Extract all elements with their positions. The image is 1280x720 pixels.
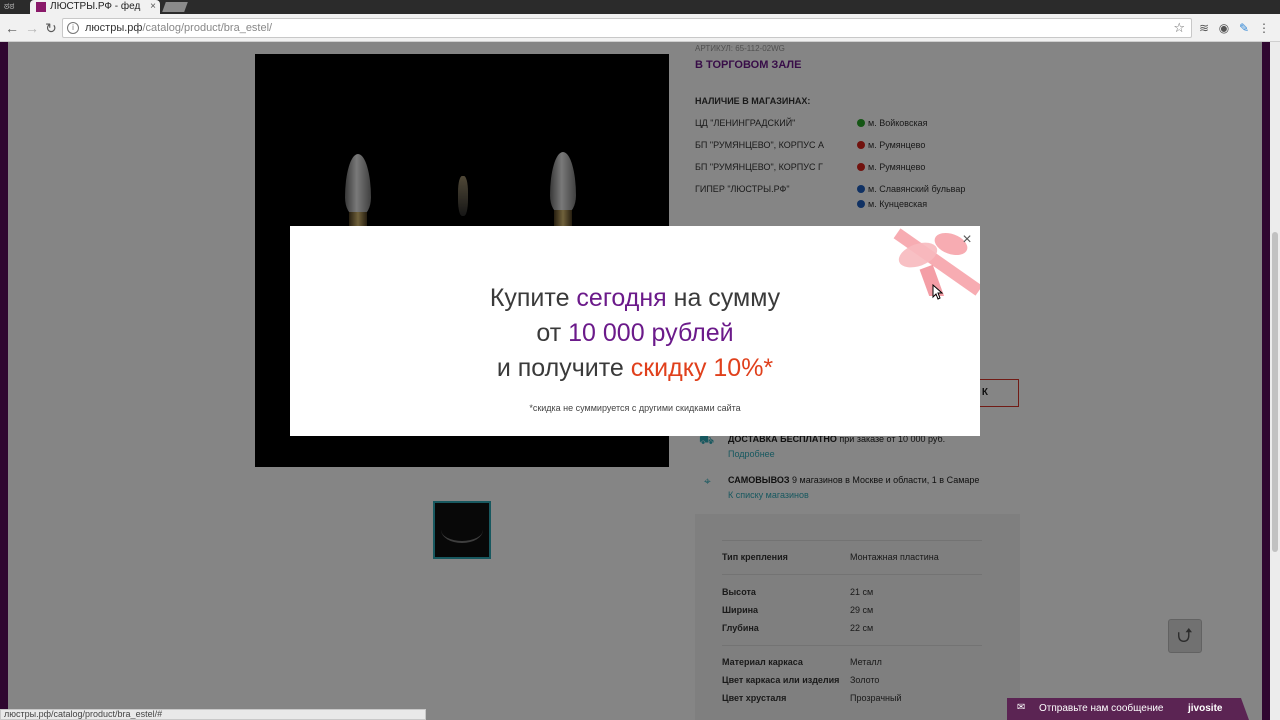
menu-icon[interactable]: ⋮ <box>1256 20 1272 36</box>
close-icon[interactable]: × <box>960 232 974 248</box>
mail-icon: ✉ <box>1017 702 1026 713</box>
extension-eye-icon[interactable]: ◉ <box>1216 20 1232 36</box>
forward-button[interactable]: → <box>22 18 42 38</box>
extension-layers-icon[interactable]: ≋ <box>1196 20 1212 36</box>
promo-footnote: *скидка не суммируется с другими скидкам… <box>529 403 741 413</box>
scroll-thumb[interactable] <box>1272 232 1278 552</box>
tab-close-icon[interactable]: × <box>150 0 156 14</box>
address-bar[interactable]: i люстры.рф/catalog/product/bra_estel/ ☆ <box>62 18 1192 38</box>
url-text: люстры.рф/catalog/product/bra_estel/ <box>85 22 273 34</box>
chat-widget[interactable]: ✉ Отправьте нам сообщение jivosite <box>1007 698 1237 720</box>
info-icon[interactable]: i <box>67 22 79 34</box>
mouse-cursor-icon <box>932 284 944 300</box>
promo-line-1: Купите сегодня на сумму <box>489 284 781 312</box>
bookmark-star-icon[interactable]: ☆ <box>1173 19 1185 37</box>
app-logo-icon: ಠಠ <box>4 1 15 12</box>
promo-line-2: от 10 000 рублей <box>536 319 734 347</box>
extension-edit-icon[interactable]: ✎ <box>1236 20 1252 36</box>
tab-strip: ಠಠ ЛЮСТРЫ.РФ - фед × <box>0 0 1280 14</box>
chat-label: Отправьте нам сообщение <box>1039 703 1164 714</box>
browser-toolbar: ← → ↻ i люстры.рф/catalog/product/bra_es… <box>0 14 1280 42</box>
new-tab-button[interactable] <box>162 2 188 12</box>
tab-title: ЛЮСТРЫ.РФ - фед <box>50 1 141 12</box>
browser-tab[interactable]: ЛЮСТРЫ.РФ - фед × <box>30 0 160 14</box>
promo-line-3: и получите скидку 10%* <box>496 354 774 382</box>
status-url: люстры.рф/catalog/product/bra_estel/# <box>0 709 426 720</box>
chat-brand: jivosite <box>1188 703 1223 714</box>
favicon-icon <box>36 2 46 12</box>
reload-button[interactable]: ↻ <box>41 18 61 38</box>
scrollbar[interactable] <box>1270 42 1280 720</box>
promo-modal: × Купите сегодня на сумму от 10 000 рубл… <box>290 226 980 436</box>
back-button[interactable]: ← <box>2 18 22 38</box>
